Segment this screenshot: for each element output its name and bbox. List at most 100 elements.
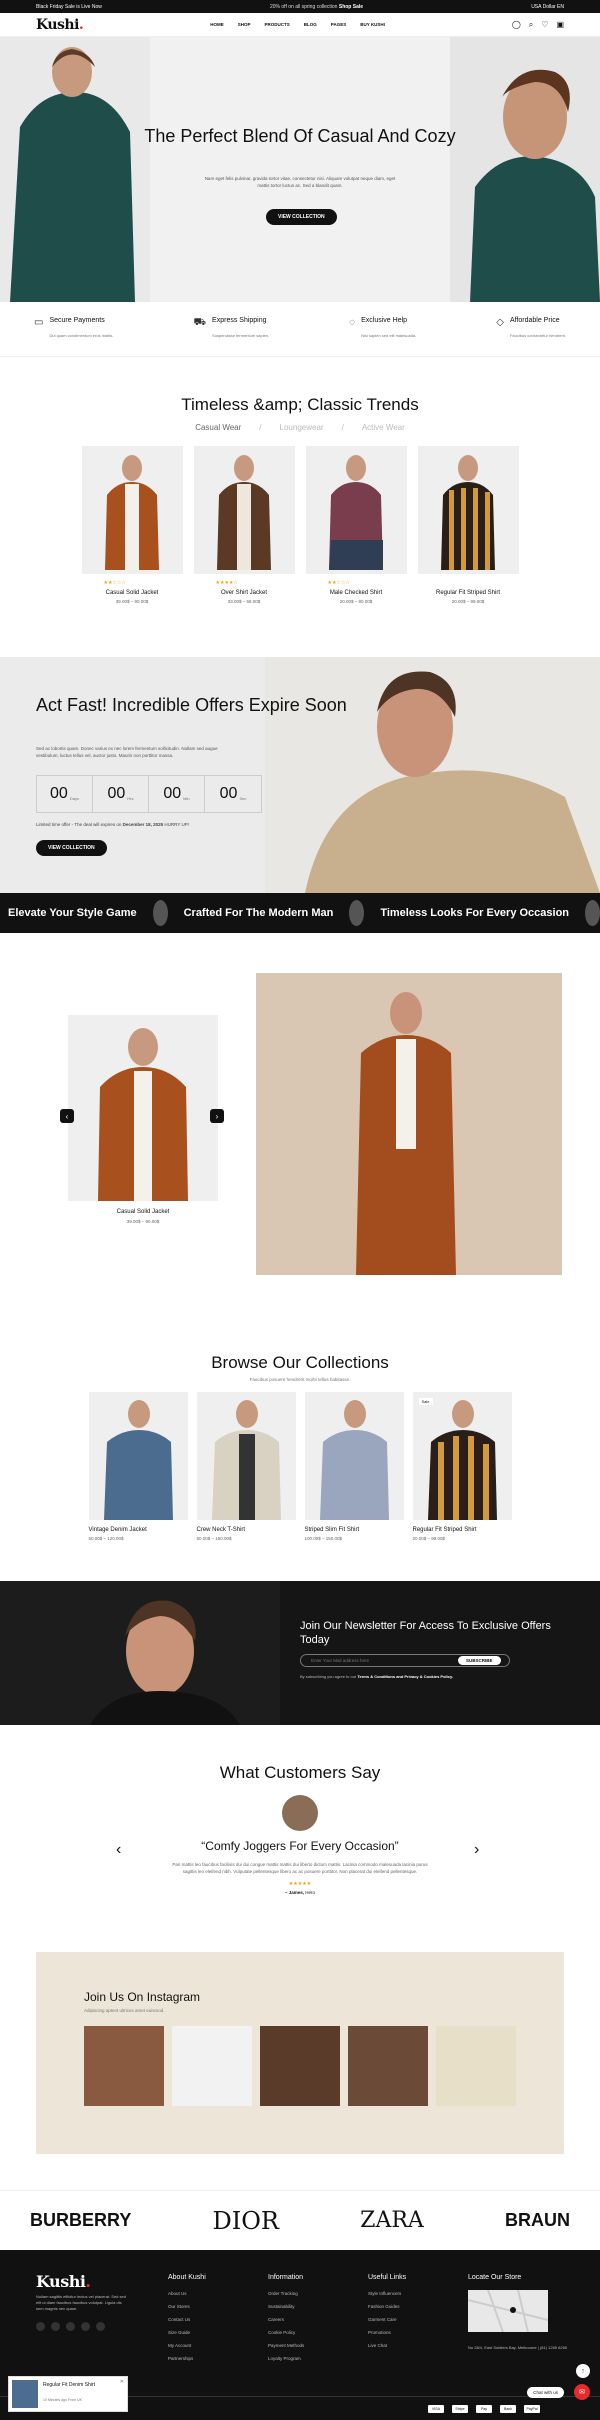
footer-link[interactable]: Our Stores — [168, 2304, 206, 2309]
collection-image[interactable] — [196, 1392, 296, 1520]
testimonial-quote: “Comfy Joggers For Every Occasion” — [201, 1839, 399, 1853]
instagram-post[interactable] — [84, 2026, 164, 2106]
wishlist-icon[interactable]: ♡ — [541, 20, 548, 30]
tab-active-wear[interactable]: Active Wear — [362, 423, 405, 432]
collection-card[interactable]: Vintage Denim Jacket 50.00$ – 120.00$ — [88, 1392, 188, 1541]
product-image[interactable] — [81, 446, 183, 574]
footer-logo[interactable]: Kushi. — [36, 2272, 91, 2291]
store-map[interactable] — [467, 2289, 549, 2333]
subscribe-button[interactable]: SUBSCRIBE — [458, 1656, 501, 1665]
product-name[interactable]: Regular Fit Striped Shirt — [418, 590, 519, 596]
youtube-icon[interactable] — [81, 2322, 90, 2331]
close-icon[interactable]: ✕ — [120, 2379, 124, 2385]
collection-card[interactable]: Striped Slim Fit Shirt 100.00$ – 150.00$ — [304, 1392, 404, 1541]
footer-link[interactable]: Style Influencers — [368, 2291, 406, 2296]
chat-label[interactable]: Chat with us — [527, 2387, 564, 2398]
showcase-lifestyle-image — [256, 973, 562, 1275]
footer-link[interactable]: Sustainability — [268, 2304, 304, 2309]
product-card[interactable]: Regular Fit Striped Shirt 20.00$ – 99.00… — [417, 446, 519, 604]
offer-view-collection-button[interactable]: VIEW COLLECTION — [36, 840, 107, 856]
testimonial-prev-arrow-icon[interactable]: ‹ — [116, 1841, 121, 1859]
carousel-prev-button[interactable]: ‹ — [60, 1109, 74, 1123]
product-card[interactable]: ★★★★☆ Over Shirt Jacket 33.00$ – 58.00$ — [193, 446, 295, 604]
brand-braun-logo[interactable]: BRAUN — [505, 2210, 570, 2231]
collection-image[interactable]: Sale — [412, 1392, 512, 1520]
footer-link[interactable]: Loyalty Program — [268, 2356, 304, 2361]
collection-card[interactable]: Crew Neck T-Shirt 50.00$ – 150.00$ — [196, 1392, 296, 1541]
footer-description: Nullam sagittis efficitur lectus vel pla… — [36, 2294, 126, 2311]
product-image[interactable] — [193, 446, 295, 574]
chat-icon[interactable]: ✉ — [574, 2384, 590, 2400]
tab-casual-wear[interactable]: Casual Wear — [195, 423, 241, 432]
product-card[interactable]: ★★☆☆☆ Male Checked Shirt 20.00$ – 80.00$ — [305, 446, 407, 604]
footer-link[interactable]: Cookie Policy — [268, 2330, 304, 2335]
footer-link[interactable]: Partnerships — [168, 2356, 206, 2361]
scroll-top-icon[interactable]: ↑ — [576, 2364, 590, 2378]
cart-icon[interactable]: ▣ — [556, 20, 564, 30]
brand-zara-logo[interactable]: ZARA — [360, 2208, 424, 2233]
footer-link[interactable]: Promotions — [368, 2330, 406, 2335]
search-icon[interactable]: ⌕ — [529, 20, 533, 30]
product-image[interactable] — [417, 446, 519, 574]
tab-loungewear[interactable]: Loungewear — [280, 423, 324, 432]
nav-item-pages[interactable]: PAGES — [331, 22, 346, 27]
footer-link[interactable]: Garment Care — [368, 2317, 406, 2322]
nav-item-shop[interactable]: SHOP — [238, 22, 251, 27]
footer-link[interactable]: My Account — [168, 2343, 206, 2348]
site-logo[interactable]: Kushi. — [36, 17, 84, 33]
footer-link[interactable]: Order Tracking — [268, 2291, 304, 2296]
collection-name[interactable]: Crew Neck T-Shirt — [197, 1527, 296, 1533]
product-rating — [418, 580, 519, 587]
collection-image[interactable] — [304, 1392, 404, 1520]
countdown-hours: 00 Hrs — [93, 776, 149, 812]
testimonial-next-arrow-icon[interactable]: › — [474, 1841, 479, 1859]
footer-link[interactable]: Careers — [268, 2317, 304, 2322]
twitter-icon[interactable] — [51, 2322, 60, 2331]
footer-link[interactable]: Payment Methods — [268, 2343, 304, 2348]
collection-name[interactable]: Regular Fit Striped Shirt — [413, 1527, 512, 1533]
instagram-post[interactable] — [260, 2026, 340, 2106]
product-name[interactable]: Male Checked Shirt — [306, 590, 407, 596]
footer-link[interactable]: About Us — [168, 2291, 206, 2296]
product-card[interactable]: ★★☆☆☆ Casual Solid Jacket 39.00$ – 90.00… — [81, 446, 183, 604]
product-name[interactable]: Casual Solid Jacket — [82, 590, 183, 596]
countdown-timer: 00 Days 00 Hrs 00 Min 00 Sec — [36, 775, 262, 813]
collection-image[interactable] — [88, 1392, 188, 1520]
language-select[interactable]: EN — [557, 4, 564, 10]
currency-select[interactable]: USA Dollar — [531, 4, 555, 10]
collection-name[interactable]: Striped Slim Fit Shirt — [305, 1527, 404, 1533]
brand-burberry-logo[interactable]: BURBERRY — [30, 2210, 131, 2231]
nav-item-buy[interactable]: BUY KUSHI — [360, 22, 385, 27]
nav-item-products[interactable]: PRODUCTS — [265, 22, 290, 27]
countdown-value: 00 — [50, 785, 68, 802]
instagram-icon[interactable] — [66, 2322, 75, 2331]
terms-link[interactable]: Terms & Conditions and Privacy & Cookies… — [357, 1674, 453, 1679]
footer-link[interactable]: Fashion Guides — [368, 2304, 406, 2309]
nav-item-home[interactable]: HOME — [210, 22, 224, 27]
marquee-image — [349, 900, 365, 926]
footer-link[interactable]: Live Chat — [368, 2343, 406, 2348]
nav-item-blog[interactable]: BLOG — [304, 22, 317, 27]
brand-dior-logo[interactable]: DIOR — [213, 2207, 279, 2235]
hero-model-left — [0, 37, 150, 302]
carousel-next-button[interactable]: › — [210, 1109, 224, 1123]
collection-card[interactable]: Sale Regular Fit Striped Shirt 20.00$ – … — [412, 1392, 512, 1541]
product-price: 20.00$ – 80.00$ — [339, 599, 373, 604]
product-name[interactable]: Over Shirt Jacket — [194, 590, 295, 596]
footer-link[interactable]: Size Guide — [168, 2330, 206, 2335]
view-collection-button[interactable]: VIEW COLLECTION — [266, 209, 337, 225]
recent-purchase-popup[interactable]: Regular Fit Denim Shirt 10 Minutes ago Fr… — [8, 2376, 128, 2412]
product-image[interactable] — [305, 446, 407, 574]
pinterest-icon[interactable] — [96, 2322, 105, 2331]
footer-link[interactable]: Contact Us — [168, 2317, 206, 2322]
collection-name[interactable]: Vintage Denim Jacket — [89, 1527, 188, 1533]
promo-rest: on all spring collection — [288, 3, 338, 10]
instagram-post[interactable] — [436, 2026, 516, 2106]
showcase-product-name[interactable]: Casual Solid Jacket — [68, 1209, 218, 1215]
shop-sale-link[interactable]: Shop Sale — [339, 4, 363, 10]
account-icon[interactable]: ◯ — [512, 20, 521, 30]
facebook-icon[interactable] — [36, 2322, 45, 2331]
instagram-post[interactable] — [348, 2026, 428, 2106]
showcase-product-image[interactable] — [68, 1015, 218, 1201]
instagram-post[interactable] — [172, 2026, 252, 2106]
